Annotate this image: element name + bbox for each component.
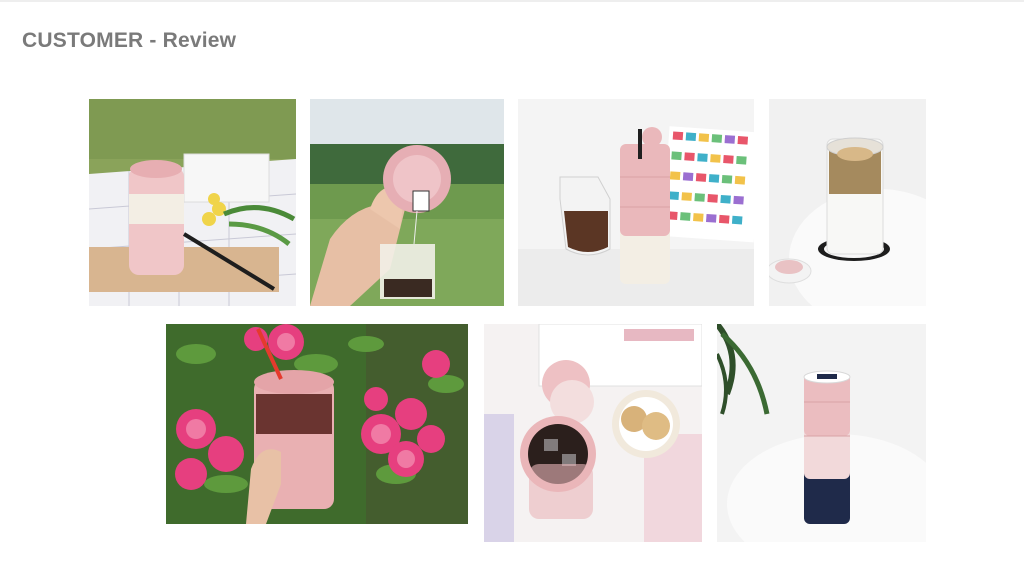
review-page: CUSTOMER - Review: [0, 0, 1024, 574]
review-photo-2[interactable]: [310, 99, 504, 306]
review-photo-5[interactable]: [166, 324, 468, 524]
page-title: CUSTOMER - Review: [22, 29, 237, 52]
review-photo-6[interactable]: [484, 324, 702, 542]
review-photo-7[interactable]: [717, 324, 926, 542]
review-photo-1[interactable]: [89, 99, 296, 306]
review-photo-4[interactable]: [769, 99, 926, 306]
review-photo-3[interactable]: [518, 99, 754, 306]
